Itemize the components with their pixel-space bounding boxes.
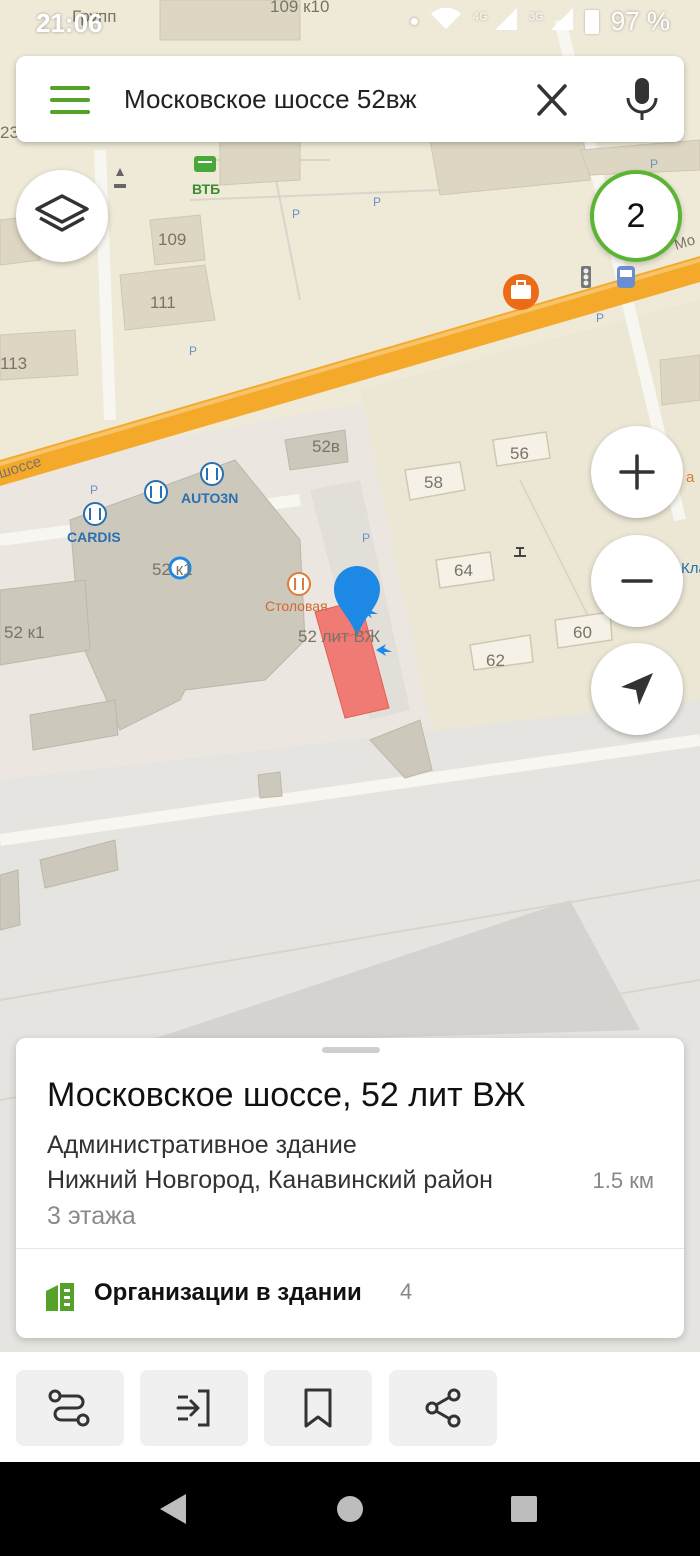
layers-icon	[35, 194, 89, 232]
battery-icon	[584, 9, 599, 34]
enter-icon	[176, 1389, 210, 1427]
map-label: 62	[486, 651, 505, 670]
signal-3g-icon: 3G	[529, 6, 573, 37]
hamburger-icon[interactable]	[50, 86, 90, 114]
zoom-out-button[interactable]	[591, 535, 683, 627]
place-distance: 1.5 км	[592, 1168, 654, 1193]
battery-percent: 97 %	[610, 6, 670, 36]
bus-stop-icon	[617, 266, 635, 288]
status-time: 21:06	[36, 8, 103, 38]
layers-button[interactable]	[16, 170, 108, 262]
map-label: 58	[424, 473, 443, 492]
briefcase-icon	[503, 274, 539, 310]
place-address: Нижний Новгород, Канавинский район	[47, 1166, 493, 1194]
back-icon[interactable]	[158, 1492, 188, 1526]
parking-label: P	[596, 311, 604, 325]
map-label: 113	[0, 354, 27, 373]
map-label: 52в	[312, 437, 340, 456]
poi-label: Кла	[681, 560, 700, 577]
parking-label: P	[189, 344, 197, 358]
building-organizations-icon	[46, 1283, 74, 1311]
map-label: 109	[158, 230, 186, 249]
traffic-level-button[interactable]: 2	[590, 170, 682, 262]
route-icon	[48, 1389, 90, 1427]
poi-label: CARDIS	[67, 529, 121, 545]
recents-icon[interactable]	[510, 1495, 538, 1523]
bank-icon	[194, 156, 216, 172]
drag-handle[interactable]	[322, 1047, 380, 1053]
map-label: 52 лит ВЖ	[298, 627, 381, 646]
share-icon	[425, 1388, 461, 1428]
organizations-row[interactable]: Организации в здании 4	[16, 1249, 684, 1338]
poi-label: а	[686, 469, 695, 486]
poi-label: AUTO3N	[181, 490, 238, 506]
organizations-label: Организации в здании	[94, 1279, 362, 1306]
home-icon[interactable]	[335, 1494, 365, 1524]
organizations-count: 4	[400, 1279, 413, 1304]
navigation-arrow-icon	[621, 673, 653, 705]
parking-label: P	[373, 195, 381, 209]
wifi-icon	[430, 6, 461, 37]
bookmark-icon	[304, 1388, 332, 1428]
map-label: 111	[150, 293, 176, 312]
poi-label: ВТБ	[192, 181, 220, 197]
network-4g-label: 4G	[472, 11, 488, 24]
parking-label: P	[650, 157, 658, 171]
parking-label: P	[292, 207, 300, 221]
notification-dot-icon: •	[409, 6, 419, 36]
enter-button[interactable]	[140, 1370, 248, 1446]
place-type: Административное здание	[47, 1131, 357, 1159]
plus-icon	[619, 454, 655, 490]
search-bar: Московское шоссе 52вж	[16, 56, 684, 142]
close-icon[interactable]	[532, 82, 572, 118]
network-3g-label: 3G	[528, 11, 544, 24]
map-label: 64	[454, 561, 473, 580]
map-label: 60	[573, 623, 592, 642]
action-toolbar	[0, 1352, 700, 1462]
zoom-in-button[interactable]	[591, 426, 683, 518]
restaurant-icon	[287, 572, 311, 596]
poi-label: Столовая	[265, 598, 328, 614]
status-bar: 21:06 • 4G 3G 97 %	[0, 0, 700, 46]
route-button[interactable]	[16, 1370, 124, 1446]
place-card[interactable]: Московское шоссе, 52 лит ВЖ Администрати…	[16, 1038, 684, 1338]
parking-label: P	[362, 531, 370, 545]
system-navigation-bar	[0, 1462, 700, 1556]
map-label: 52 к1	[152, 560, 193, 579]
microphone-icon[interactable]	[620, 76, 664, 122]
bookmark-button[interactable]	[264, 1370, 372, 1446]
place-floors: 3 этажа	[47, 1202, 136, 1230]
signal-4g-icon: 4G	[473, 6, 517, 37]
search-input[interactable]: Московское шоссе 52вж	[124, 56, 417, 142]
traffic-light-icon	[581, 266, 591, 288]
map-label: 56	[510, 444, 529, 463]
map-label: 52 к1	[4, 623, 45, 642]
minus-icon	[621, 579, 653, 583]
share-button[interactable]	[389, 1370, 497, 1446]
locate-me-button[interactable]	[591, 643, 683, 735]
parking-label: P	[90, 483, 98, 497]
place-title: Московское шоссе, 52 лит ВЖ	[47, 1076, 526, 1114]
